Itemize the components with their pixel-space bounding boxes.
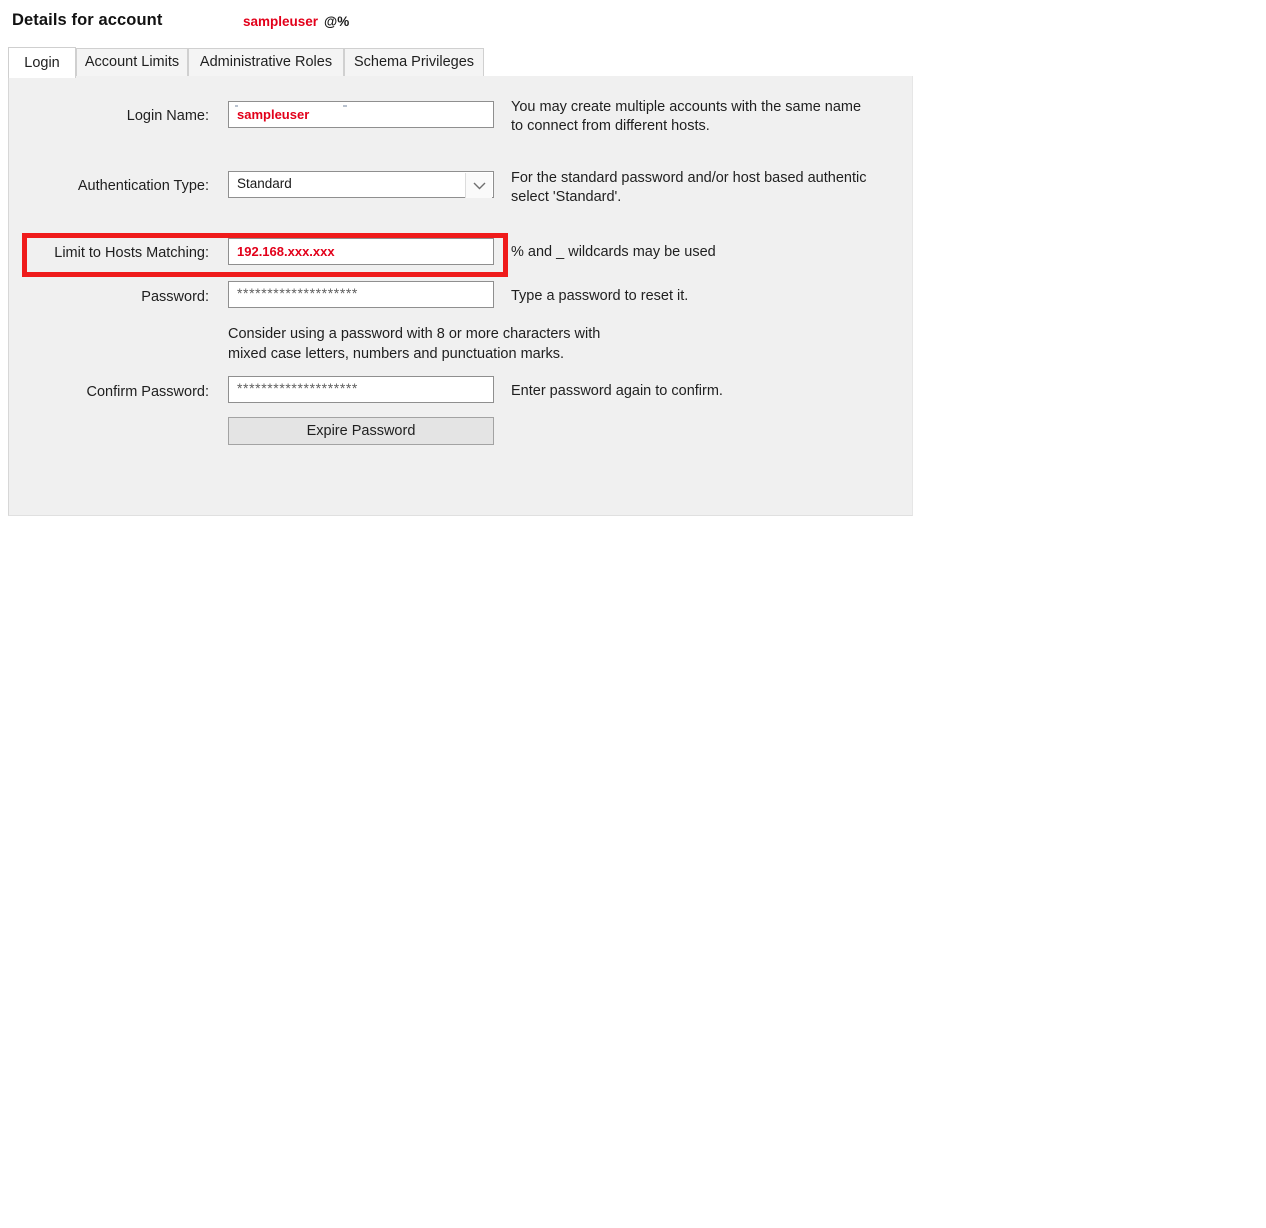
- authentication-type-value: Standard: [237, 176, 292, 191]
- account-username: sampleuser: [243, 14, 319, 29]
- page-title: Details for account: [12, 11, 163, 29]
- login-name-hint-line1: You may create multiple accounts with th…: [511, 99, 862, 115]
- password-hint: Type a password to reset it.: [511, 288, 689, 304]
- tab-login[interactable]: Login: [8, 47, 76, 78]
- login-name-hint: You may create multiple accounts with th…: [511, 98, 861, 136]
- password-note-line1: Consider using a password with 8 or more…: [228, 326, 601, 342]
- confirm-password-hint: Enter password again to confirm.: [511, 383, 723, 399]
- account-identifier: sampleuser @%: [243, 14, 349, 29]
- authentication-type-hint: For the standard password and/or host ba…: [511, 169, 866, 207]
- limit-hosts-hint: % and _ wildcards may be used: [511, 244, 716, 260]
- login-name-input[interactable]: sampleuser: [228, 101, 494, 128]
- authentication-type-label: Authentication Type:: [77, 178, 209, 194]
- login-name-label: Login Name:: [126, 108, 209, 124]
- expire-password-button[interactable]: Expire Password: [228, 417, 494, 445]
- authentication-type-hint-line2: select 'Standard'.: [511, 189, 622, 205]
- password-note: Consider using a password with 8 or more…: [228, 324, 600, 364]
- confirm-password-value: ********************: [237, 380, 358, 396]
- password-value: ********************: [237, 285, 358, 301]
- input-artifact: [343, 105, 347, 107]
- login-name-value: sampleuser: [237, 107, 310, 122]
- login-name-hint-line2: to connect from different hosts.: [511, 118, 710, 134]
- chevron-down-icon[interactable]: [465, 173, 492, 198]
- confirm-password-label: Confirm Password:: [86, 384, 209, 400]
- limit-hosts-value: 192.168.xxx.xxx: [237, 244, 335, 259]
- limit-hosts-label: Limit to Hosts Matching:: [54, 245, 209, 261]
- login-tab-panel: Login Name: sampleuser You may create mu…: [8, 76, 913, 516]
- tab-account-limits[interactable]: Account Limits: [76, 48, 188, 77]
- tab-administrative-roles[interactable]: Administrative Roles: [188, 48, 344, 77]
- password-note-line2: mixed case letters, numbers and punctuat…: [228, 346, 565, 362]
- limit-hosts-input[interactable]: 192.168.xxx.xxx: [228, 238, 494, 265]
- tab-bar: Login Account Limits Administrative Role…: [8, 47, 913, 78]
- dialog-header: Details for account sampleuser @%: [0, 0, 1266, 44]
- password-input[interactable]: ********************: [228, 281, 494, 308]
- tab-schema-privileges[interactable]: Schema Privileges: [344, 48, 484, 77]
- account-host: @%: [324, 14, 350, 29]
- password-label: Password:: [141, 289, 209, 305]
- confirm-password-input[interactable]: ********************: [228, 376, 494, 403]
- authentication-type-hint-line1: For the standard password and/or host ba…: [511, 170, 867, 186]
- authentication-type-select[interactable]: Standard: [228, 171, 494, 198]
